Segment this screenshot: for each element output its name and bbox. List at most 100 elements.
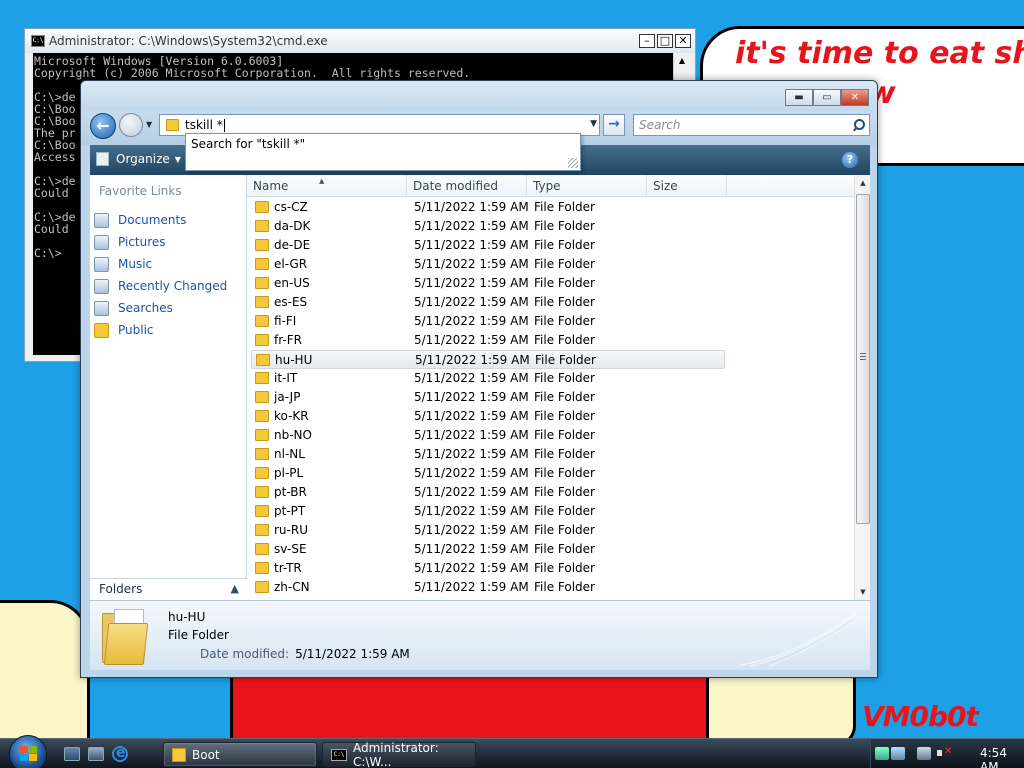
- table-row[interactable]: es-ES 5/11/2022 1:59 AM File Folder: [247, 293, 854, 312]
- minimize-button[interactable]: –: [639, 34, 655, 48]
- table-row[interactable]: pt-BR 5/11/2022 1:59 AM File Folder: [247, 483, 854, 502]
- file-date-modified: 5/11/2022 1:59 AM: [414, 447, 529, 461]
- music-icon: [94, 256, 109, 272]
- table-row[interactable]: nb-NO 5/11/2022 1:59 AM File Folder: [247, 426, 854, 445]
- file-date-modified: 5/11/2022 1:59 AM: [414, 504, 529, 518]
- tray-app-icon[interactable]: [875, 747, 889, 760]
- favorite-link-pictures[interactable]: Pictures: [94, 231, 244, 253]
- file-name: sv-SE: [274, 542, 307, 556]
- address-input[interactable]: tskill *: [185, 118, 223, 132]
- large-folder-icon: [100, 609, 149, 665]
- search-icon[interactable]: [852, 118, 865, 132]
- file-type: File Folder: [534, 504, 595, 518]
- table-row[interactable]: da-DK 5/11/2022 1:59 AM File Folder: [247, 217, 854, 236]
- table-row[interactable]: ja-JP 5/11/2022 1:59 AM File Folder: [247, 388, 854, 407]
- favorite-link-recently-changed[interactable]: Recently Changed: [94, 275, 244, 297]
- close-button[interactable]: ✕: [841, 89, 869, 106]
- scroll-up-arrow-icon[interactable]: ▲: [855, 175, 871, 191]
- file-name: ko-KR: [274, 409, 309, 423]
- resize-grip-icon[interactable]: [568, 158, 578, 168]
- address-dropdown-icon[interactable]: ▼: [590, 119, 597, 129]
- search-input[interactable]: Search: [639, 118, 681, 132]
- vertical-scrollbar[interactable]: ▲ ▼: [854, 175, 870, 600]
- folders-toggle[interactable]: Folders ▲: [90, 578, 247, 600]
- clock[interactable]: 4:54 AM: [980, 746, 1024, 768]
- file-type: File Folder: [534, 447, 595, 461]
- forward-button[interactable]: [119, 113, 143, 137]
- favorite-links-list: Documents Pictures Music Recently Changed Se…: [94, 209, 244, 341]
- table-row[interactable]: ko-KR 5/11/2022 1:59 AM File Folder: [247, 407, 854, 426]
- table-row[interactable]: nl-NL 5/11/2022 1:59 AM File Folder: [247, 445, 854, 464]
- maximize-button[interactable]: □: [657, 34, 673, 48]
- go-button[interactable]: →: [603, 114, 625, 136]
- file-type: File Folder: [534, 295, 595, 309]
- text-caret: [223, 119, 225, 132]
- network-icon[interactable]: [917, 747, 931, 760]
- start-button[interactable]: [9, 735, 47, 768]
- close-button[interactable]: ✕: [675, 34, 691, 48]
- folder-icon: [255, 220, 269, 232]
- back-button[interactable]: ←: [90, 113, 116, 139]
- file-rows: cs-CZ 5/11/2022 1:59 AM File Folder da-DK 5/…: [247, 198, 854, 600]
- favorite-link-music[interactable]: Music: [94, 253, 244, 275]
- scroll-down-arrow-icon[interactable]: ▼: [855, 584, 871, 600]
- favorite-link-public[interactable]: Public: [94, 319, 244, 341]
- table-row[interactable]: zh-CN 5/11/2022 1:59 AM File Folder: [247, 578, 854, 597]
- table-row[interactable]: pl-PL 5/11/2022 1:59 AM File Folder: [247, 464, 854, 483]
- file-name: pt-BR: [274, 485, 307, 499]
- searches-icon: [94, 300, 109, 316]
- volume-muted-icon[interactable]: [937, 746, 952, 760]
- scrollbar-thumb[interactable]: [856, 194, 870, 524]
- favorite-link-documents[interactable]: Documents: [94, 209, 244, 231]
- file-type: File Folder: [534, 276, 595, 290]
- file-type: File Folder: [534, 314, 595, 328]
- column-header-name[interactable]: ▲ Name: [247, 175, 407, 197]
- recent-pages-dropdown-icon[interactable]: ▼: [146, 120, 152, 129]
- folder-icon: [256, 354, 270, 366]
- table-row[interactable]: en-US 5/11/2022 1:59 AM File Folder: [247, 274, 854, 293]
- help-icon[interactable]: ?: [842, 152, 858, 168]
- file-name: el-GR: [274, 257, 308, 271]
- minimize-button[interactable]: ▬: [785, 89, 813, 106]
- taskbar-button-cmd[interactable]: C:\ Administrator: C:\W...: [322, 741, 476, 768]
- table-row[interactable]: tr-TR 5/11/2022 1:59 AM File Folder: [247, 559, 854, 578]
- file-name: cs-CZ: [274, 200, 308, 214]
- table-row[interactable]: it-IT 5/11/2022 1:59 AM File Folder: [247, 369, 854, 388]
- file-name: da-DK: [274, 219, 311, 233]
- folder-icon: [255, 277, 269, 289]
- search-suggestion[interactable]: Search for "tskill *": [191, 137, 305, 151]
- table-row[interactable]: fr-FR 5/11/2022 1:59 AM File Folder: [247, 331, 854, 350]
- address-autocomplete-dropdown[interactable]: Search for "tskill *": [185, 133, 581, 171]
- explorer-titlebar[interactable]: ▬ ▭ ✕: [81, 81, 877, 111]
- search-box[interactable]: Search: [633, 114, 870, 136]
- file-name: nb-NO: [274, 428, 312, 442]
- file-list[interactable]: ▲ Name Date modified Type Size cs-CZ 5/11…: [247, 175, 870, 600]
- explorer-window[interactable]: ▬ ▭ ✕ ← ▼ tskill * ▼ → Search Organize ▼…: [80, 80, 878, 678]
- table-row[interactable]: sv-SE 5/11/2022 1:59 AM File Folder: [247, 540, 854, 559]
- column-header-type[interactable]: Type: [527, 175, 647, 197]
- table-row[interactable]: pt-PT 5/11/2022 1:59 AM File Folder: [247, 502, 854, 521]
- internet-explorer-icon[interactable]: [112, 745, 128, 762]
- file-name: fr-FR: [274, 333, 302, 347]
- folder-icon: [166, 119, 179, 131]
- table-row[interactable]: el-GR 5/11/2022 1:59 AM File Folder: [247, 255, 854, 274]
- cmd-titlebar[interactable]: C:\ Administrator: C:\Windows\System32\c…: [25, 29, 695, 53]
- table-row[interactable]: ru-RU 5/11/2022 1:59 AM File Folder: [247, 521, 854, 540]
- scroll-up-arrow-icon[interactable]: ▲: [674, 53, 690, 69]
- favorite-link-searches[interactable]: Searches: [94, 297, 244, 319]
- favorite-links-header: Favorite Links: [99, 184, 182, 198]
- navigation-pane: Favorite Links Documents Pictures Music Rec…: [90, 175, 247, 600]
- favorite-link-label: Searches: [118, 301, 173, 315]
- table-row[interactable]: hu-HU 5/11/2022 1:59 AM File Folder: [251, 350, 725, 369]
- taskbar-button-boot[interactable]: Boot: [163, 742, 317, 767]
- tray-app-icon[interactable]: [891, 747, 905, 760]
- column-header-date-modified[interactable]: Date modified: [407, 175, 527, 197]
- organize-button[interactable]: Organize ▼: [96, 152, 181, 166]
- show-desktop-icon[interactable]: [64, 747, 80, 761]
- column-header-size[interactable]: Size: [647, 175, 727, 197]
- table-row[interactable]: cs-CZ 5/11/2022 1:59 AM File Folder: [247, 198, 854, 217]
- table-row[interactable]: de-DE 5/11/2022 1:59 AM File Folder: [247, 236, 854, 255]
- maximize-button[interactable]: ▭: [813, 89, 841, 106]
- switch-windows-icon[interactable]: [88, 747, 104, 761]
- table-row[interactable]: fi-FI 5/11/2022 1:59 AM File Folder: [247, 312, 854, 331]
